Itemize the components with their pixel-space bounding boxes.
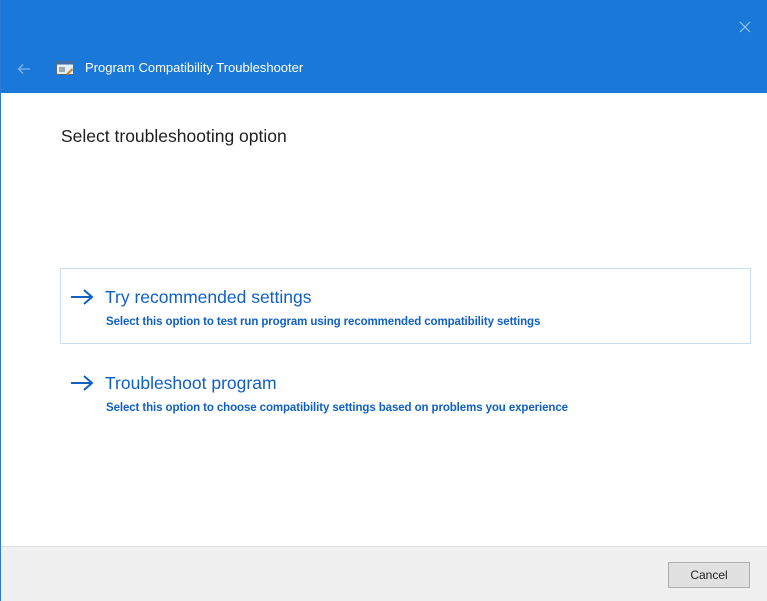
option-title: Troubleshoot program bbox=[105, 373, 277, 393]
troubleshooter-app-icon bbox=[56, 61, 74, 75]
window-title: Program Compatibility Troubleshooter bbox=[85, 60, 304, 75]
option-title: Try recommended settings bbox=[105, 287, 312, 307]
title-bar: Program Compatibility Troubleshooter bbox=[1, 0, 767, 93]
cancel-button[interactable]: Cancel bbox=[668, 562, 750, 588]
arrow-right-icon bbox=[71, 375, 94, 391]
option-description: Select this option to test run program u… bbox=[106, 316, 541, 328]
close-icon bbox=[739, 21, 751, 33]
back-arrow-icon bbox=[17, 64, 30, 74]
close-button[interactable] bbox=[722, 0, 767, 54]
option-description: Select this option to choose compatibili… bbox=[106, 402, 568, 414]
troubleshooter-window: Program Compatibility Troubleshooter Sel… bbox=[0, 0, 767, 601]
footer-bar: Cancel bbox=[1, 546, 767, 601]
option-try-recommended-settings[interactable]: Try recommended settings Select this opt… bbox=[60, 268, 751, 344]
option-troubleshoot-program[interactable]: Troubleshoot program Select this option … bbox=[60, 354, 751, 430]
back-button[interactable] bbox=[13, 58, 35, 80]
page-heading: Select troubleshooting option bbox=[61, 126, 287, 146]
arrow-right-icon bbox=[71, 289, 94, 305]
